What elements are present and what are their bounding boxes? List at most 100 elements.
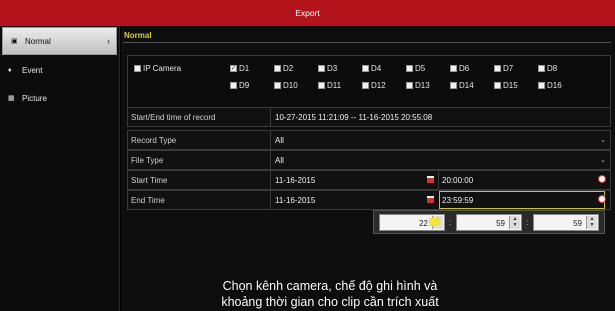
channel-checkbox-d2[interactable]: D2 (274, 64, 293, 73)
ip-camera-checkbox[interactable]: IP Camera (134, 64, 181, 73)
row-divider (270, 108, 271, 126)
camera-icon: ▣ (11, 38, 18, 45)
checkbox-icon (318, 65, 325, 72)
channel-checkbox-d5[interactable]: D5 (406, 64, 425, 73)
record-type-row[interactable]: Record Type All ⌄ (127, 130, 611, 150)
chevron-down-icon[interactable]: ⌄ (600, 136, 606, 144)
minute-value: 59 (496, 219, 505, 228)
channel-label: D5 (415, 64, 426, 73)
channel-checkbox-d7[interactable]: D7 (494, 64, 513, 73)
row-divider (270, 151, 271, 169)
row-divider (438, 171, 439, 189)
checkbox-icon (274, 65, 281, 72)
file-type-row[interactable]: File Type All ⌄ (127, 150, 611, 170)
clock-icon[interactable] (598, 175, 606, 183)
channel-checkbox-d16[interactable]: D16 (538, 81, 562, 90)
channel-checkbox-d1[interactable]: ✓ D1 (230, 64, 249, 73)
time-separator: : (526, 218, 529, 227)
row-divider (270, 131, 271, 149)
channel-label: D4 (371, 64, 382, 73)
sidebar-item-event[interactable]: ♦ Event (0, 56, 119, 84)
channel-label: D14 (459, 81, 474, 90)
start-date-field[interactable]: 11-16-2015 (275, 176, 315, 185)
checkbox-icon (230, 82, 237, 89)
sidebar-item-picture[interactable]: ▦ Picture (0, 84, 119, 112)
channel-label: D15 (503, 81, 518, 90)
checkbox-icon (362, 82, 369, 89)
row-divider (270, 191, 271, 209)
channel-label: D10 (283, 81, 298, 90)
time-separator: : (449, 218, 452, 227)
channel-label: D8 (547, 64, 558, 73)
record-type-label: Record Type (131, 136, 177, 145)
tab-divider (123, 42, 611, 43)
channel-checkbox-d6[interactable]: D6 (450, 64, 469, 73)
second-spinner[interactable]: 59 ▲ ▼ (533, 214, 599, 231)
file-type-select[interactable]: All (275, 156, 284, 165)
video-caption: Chọn kênh camera, chế độ ghi hình và kho… (120, 278, 540, 310)
channel-checkbox-d11[interactable]: D11 (318, 81, 341, 90)
hour-value: 22 (419, 219, 428, 228)
end-time-label: End Time (131, 196, 165, 205)
sidebar-item-normal[interactable]: ▣ Normal › (2, 27, 117, 55)
end-time-field[interactable]: 23:59:59 (442, 196, 473, 205)
clock-icon[interactable] (598, 195, 606, 203)
window-title: Export (295, 8, 320, 18)
channel-label: D6 (459, 64, 470, 73)
chevron-right-icon: › (107, 36, 110, 46)
window-titlebar: Export (0, 0, 615, 26)
checkbox-icon (362, 65, 369, 72)
start-time-row: Start Time 11-16-2015 20:00:00 (127, 170, 611, 190)
minute-spinner[interactable]: 59 ▲ ▼ (456, 214, 522, 231)
checkbox-icon (134, 65, 141, 72)
channel-label: D7 (503, 64, 514, 73)
row-divider (270, 171, 271, 189)
checkbox-icon (274, 82, 281, 89)
checkbox-icon (538, 65, 545, 72)
calendar-icon[interactable] (427, 196, 434, 203)
start-time-field[interactable]: 20:00:00 (442, 176, 473, 185)
channel-checkbox-d13[interactable]: D13 (406, 81, 430, 90)
spinner-arrows-icon[interactable]: ▲▼ (509, 216, 520, 229)
calendar-icon[interactable] (427, 176, 434, 183)
channel-checkbox-d14[interactable]: D14 (450, 81, 474, 90)
checkbox-icon (406, 82, 413, 89)
second-value: 59 (573, 219, 582, 228)
channel-checkbox-d10[interactable]: D10 (274, 81, 298, 90)
sidebar-item-label: Picture (22, 93, 47, 103)
channel-checkbox-d12[interactable]: D12 (362, 81, 386, 90)
channel-checkbox-d15[interactable]: D15 (494, 81, 518, 90)
time-spinner-panel: 22 ▲▼ : 59 ▲▼ : 59 ▲▼ (373, 210, 605, 234)
caption-line-1: Chọn kênh camera, chế độ ghi hình và (222, 279, 438, 293)
channel-label: D16 (547, 81, 562, 90)
picture-icon: ▦ (8, 95, 15, 102)
end-time-row: End Time 11-16-2015 23:59:59 (127, 190, 611, 210)
channel-label: D9 (239, 81, 250, 90)
ip-camera-label: IP Camera (143, 64, 182, 73)
chevron-down-icon[interactable]: ⌄ (600, 156, 606, 164)
channel-checkbox-d4[interactable]: D4 (362, 64, 381, 73)
channel-label: D12 (371, 81, 386, 90)
channel-checkbox-d3[interactable]: D3 (318, 64, 337, 73)
channel-label: D1 (239, 64, 250, 73)
tab-normal[interactable]: Normal (124, 31, 152, 40)
record-type-select[interactable]: All (275, 136, 284, 145)
checkbox-icon (406, 65, 413, 72)
checkbox-icon (494, 82, 501, 89)
channel-label: D2 (283, 64, 294, 73)
main-content: Normal IP Camera ✓ D1 D2 D3 D4 D5 D6 D7 D… (121, 26, 615, 311)
channel-label: D3 (327, 64, 338, 73)
checkbox-icon (450, 65, 457, 72)
checkbox-icon (450, 82, 457, 89)
sidebar-item-label: Event (22, 65, 43, 75)
channel-checkbox-d8[interactable]: D8 (538, 64, 557, 73)
end-date-field[interactable]: 11-16-2015 (275, 196, 315, 205)
checkbox-icon (494, 65, 501, 72)
channel-checkbox-d9[interactable]: D9 (230, 81, 249, 90)
bell-icon: ♦ (8, 66, 12, 74)
channel-label: D13 (415, 81, 430, 90)
sidebar-item-label: Normal (25, 36, 51, 46)
spinner-arrows-icon[interactable]: ▲▼ (586, 216, 597, 229)
checkbox-icon (318, 82, 325, 89)
mouse-cursor-highlight (429, 218, 439, 226)
